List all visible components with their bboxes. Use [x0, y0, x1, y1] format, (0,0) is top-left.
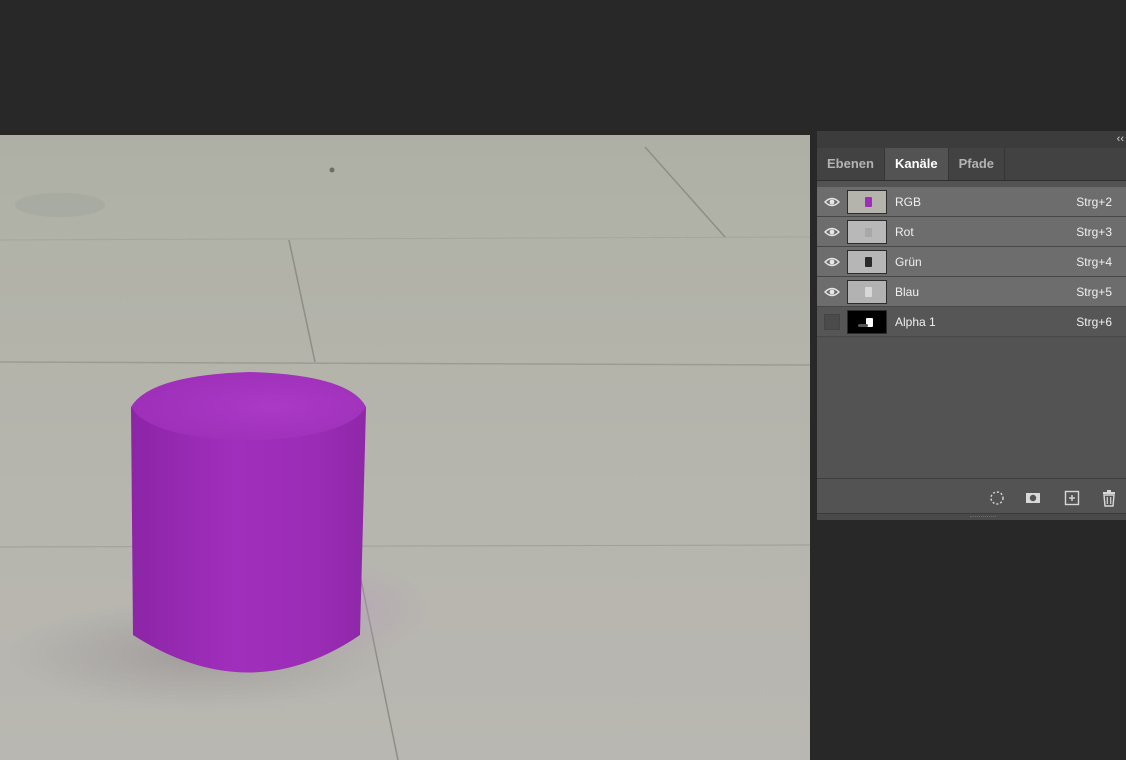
visibility-toggle[interactable]: [817, 187, 847, 217]
channel-shortcut: Strg+5: [1076, 284, 1112, 299]
load-selection-button[interactable]: [986, 487, 1008, 509]
tab-pfade[interactable]: Pfade: [949, 148, 1006, 180]
channel-row-rot[interactable]: Rot Strg+3: [817, 217, 1126, 247]
channel-row-blau[interactable]: Blau Strg+5: [817, 277, 1126, 307]
channel-thumbnail-rot: [847, 219, 887, 244]
channel-shortcut: Strg+6: [1076, 314, 1112, 329]
save-selection-button[interactable]: [1022, 487, 1044, 509]
channel-name: Blau: [895, 284, 920, 299]
channels-panel: ‹‹ Ebenen Kanäle Pfade RGB Strg+2 Rot St…: [817, 131, 1126, 520]
panel-resize-grip[interactable]: [817, 513, 1126, 520]
channel-shortcut: Strg+2: [1076, 194, 1112, 209]
panel-header-bar: ‹‹: [817, 131, 1126, 148]
channel-row-alpha-1[interactable]: Alpha 1 Strg+6: [817, 307, 1126, 337]
load-selection-icon: [990, 491, 1004, 505]
new-channel-icon: [1064, 490, 1080, 506]
channel-thumbnail-rgb: [847, 189, 887, 214]
new-channel-button[interactable]: [1061, 487, 1083, 509]
eye-icon: [824, 197, 840, 206]
canvas-image: [0, 135, 810, 760]
channel-name: Alpha 1: [895, 314, 936, 329]
channel-name: Rot: [895, 224, 914, 239]
channel-thumbnail-blau: [847, 279, 887, 304]
channel-row-rgb[interactable]: RGB Strg+2: [817, 187, 1126, 217]
visibility-off-box: [824, 313, 840, 330]
visibility-toggle[interactable]: [817, 307, 847, 337]
eye-icon: [824, 257, 840, 266]
visibility-toggle[interactable]: [817, 217, 847, 247]
document-canvas[interactable]: [0, 135, 810, 760]
save-selection-icon: [1026, 493, 1040, 503]
collapse-panel-icon[interactable]: ‹‹: [1117, 132, 1124, 146]
tab-kanaele[interactable]: Kanäle: [884, 148, 949, 180]
channel-row-gruen[interactable]: Grün Strg+4: [817, 247, 1126, 277]
floor-spot: [329, 167, 335, 173]
panel-tab-bar: Ebenen Kanäle Pfade: [817, 148, 1126, 181]
visibility-toggle[interactable]: [817, 247, 847, 277]
delete-channel-icon: [1103, 490, 1115, 507]
visibility-toggle[interactable]: [817, 277, 847, 307]
purple-cylinder: [131, 372, 366, 673]
channel-shortcut: Strg+4: [1076, 254, 1112, 269]
eye-icon: [824, 287, 840, 296]
channel-name: Grün: [895, 254, 922, 269]
channel-shortcut: Strg+3: [1076, 224, 1112, 239]
eye-icon: [824, 227, 840, 236]
channel-thumbnail-gruen: [847, 249, 887, 274]
tab-ebenen[interactable]: Ebenen: [817, 148, 885, 180]
channel-name: RGB: [895, 194, 922, 209]
channel-list: RGB Strg+2 Rot Strg+3 Grün Strg+4 Blau S…: [817, 187, 1126, 337]
channel-thumbnail-alpha-1: [847, 309, 887, 334]
floor-stain: [15, 193, 105, 217]
delete-channel-button[interactable]: [1098, 487, 1120, 509]
